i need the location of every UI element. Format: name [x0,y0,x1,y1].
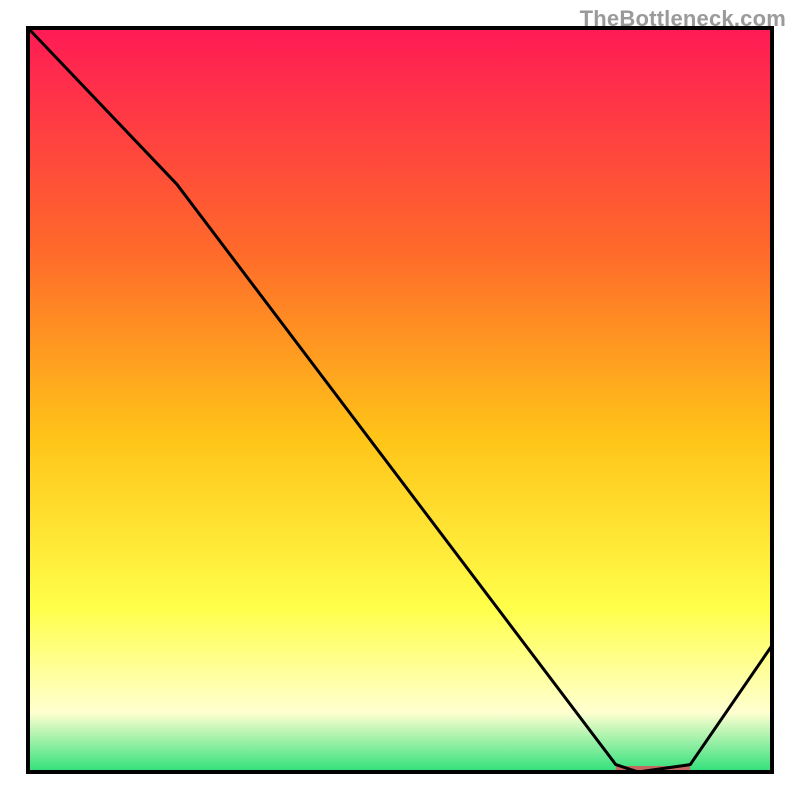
gradient-background [28,28,772,772]
watermark-text: TheBottleneck.com [580,6,786,32]
chart-container: TheBottleneck.com [0,0,800,800]
bottleneck-chart [0,0,800,800]
